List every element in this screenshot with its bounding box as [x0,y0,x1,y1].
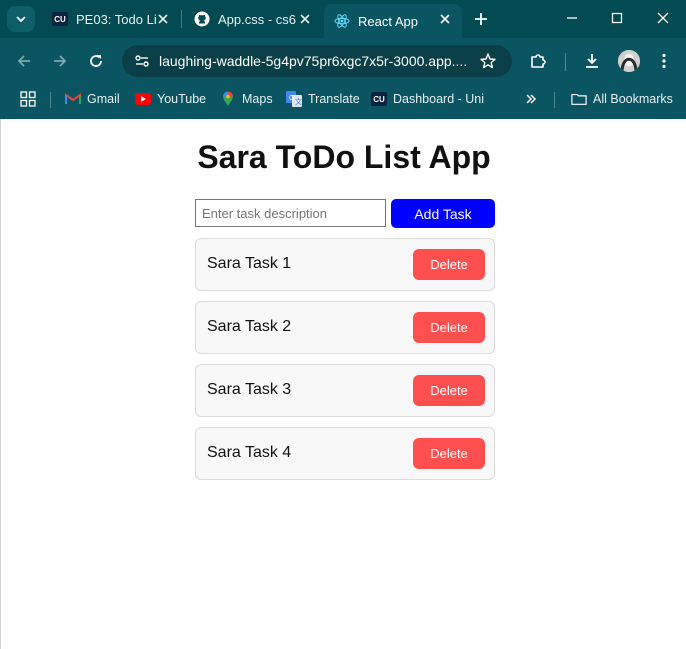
close-icon[interactable] [156,12,170,26]
all-bookmarks-button[interactable]: All Bookmarks [571,89,673,109]
browser-chrome: CU PE03: Todo Li App.css - cs6 React App [0,0,686,119]
task-item: Sara Task 3 Delete [195,364,495,417]
delete-task-button[interactable]: Delete [413,312,485,343]
task-description-input[interactable] [195,199,386,227]
reload-icon [90,55,102,67]
profile-avatar[interactable] [618,50,640,72]
tab-strip: CU PE03: Todo Li App.css - cs6 React App [0,0,686,38]
close-window-button[interactable] [655,10,671,26]
bookmark-label: Gmail [87,92,120,106]
apps-button[interactable] [20,89,36,109]
minimize-icon [567,17,577,19]
tab-separator [181,10,182,28]
cu-icon: CU [52,11,68,27]
bookmark-label: Translate [308,92,360,106]
bookmark-maps[interactable]: Maps [220,89,273,109]
extensions-button[interactable] [528,51,548,71]
task-text: Sara Task 3 [207,381,292,398]
downloads-button[interactable] [582,51,602,71]
reload-button[interactable] [86,51,106,71]
gmail-icon [65,91,81,107]
task-text: Sara Task 1 [207,255,292,272]
chevron-double-right-icon [526,94,537,104]
maximize-icon [611,12,623,24]
svg-text:文: 文 [295,97,302,106]
task-item: Sara Task 1 Delete [195,238,495,291]
github-icon [194,11,210,27]
bookmark-dashboard[interactable]: CU Dashboard - Uni [371,89,484,109]
task-list: Sara Task 1 Delete Sara Task 2 Delete Sa… [195,238,495,490]
back-button[interactable] [14,51,34,71]
all-bookmarks-label: All Bookmarks [593,92,673,106]
new-tab-button[interactable] [472,10,490,28]
cu-icon: CU [371,91,387,107]
bookmark-label: YouTube [157,92,207,106]
tab-title: App.css - cs6 [218,11,297,27]
forward-button[interactable] [50,51,70,71]
bookmark-label: Maps [242,92,273,106]
chevron-down-icon [16,16,26,23]
tab-search-button[interactable] [7,6,35,32]
delete-task-button[interactable]: Delete [413,438,485,469]
close-icon[interactable] [438,12,452,26]
bookmark-label: Dashboard - Uni [393,92,485,106]
task-item: Sara Task 2 Delete [195,301,495,354]
bookmark-star-icon[interactable] [478,51,498,71]
download-icon [586,54,598,68]
page-title: Sara ToDo List App [197,139,491,175]
add-task-button[interactable]: Add Task [391,199,495,228]
arrow-left-icon [17,55,30,67]
more-bookmarks-button[interactable] [525,89,537,109]
tab-title: PE03: Todo Li [76,11,156,27]
task-text: Sara Task 4 [207,444,292,461]
maximize-button[interactable] [609,10,625,26]
site-info-icon[interactable] [130,49,154,73]
delete-task-button[interactable]: Delete [413,375,485,406]
tab-react-app[interactable]: React App [324,4,462,38]
bookmarks-separator [50,92,51,108]
address-url: laughing-waddle-5g4pv75pr6xgc7x5r-3000.a… [159,53,468,69]
delete-task-button[interactable]: Delete [413,249,485,280]
bookmarks-bar: Gmail YouTube Maps G文 Translate CU Dashb… [0,84,686,114]
bookmark-youtube[interactable]: YouTube [135,89,206,109]
page-viewport: Sara ToDo List App Add Task Sara Task 1 … [0,119,686,649]
arrow-right-icon [54,55,67,67]
menu-button[interactable] [654,51,674,71]
translate-icon: G文 [286,91,302,107]
close-icon [657,12,669,24]
tab-app-css[interactable]: App.css - cs6 [184,4,320,34]
address-bar[interactable]: laughing-waddle-5g4pv75pr6xgc7x5r-3000.a… [122,45,512,77]
youtube-icon [135,91,151,107]
tab-pe03[interactable]: CU PE03: Todo Li [42,4,178,34]
bookmark-gmail[interactable]: Gmail [65,89,120,109]
bookmark-translate[interactable]: G文 Translate [286,89,360,109]
more-vert-icon [662,53,666,69]
plus-icon [475,13,487,25]
svg-text:G: G [289,95,294,102]
maps-icon [220,91,236,107]
bookmarks-separator [554,92,555,108]
browser-toolbar: laughing-waddle-5g4pv75pr6xgc7x5r-3000.a… [0,38,686,84]
puzzle-icon [531,54,546,68]
task-text: Sara Task 2 [207,318,292,335]
folder-icon [571,91,587,107]
minimize-button[interactable] [564,10,580,26]
tab-title: React App [358,13,418,29]
apps-grid-icon [20,91,36,107]
task-item: Sara Task 4 Delete [195,427,495,480]
close-icon[interactable] [298,12,312,26]
react-icon [334,13,350,29]
toolbar-separator [565,53,566,71]
